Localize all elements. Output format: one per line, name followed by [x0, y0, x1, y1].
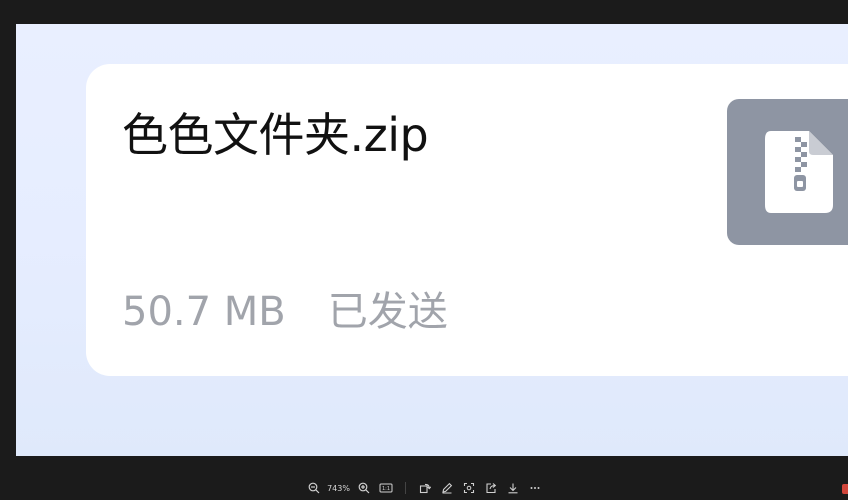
file-message-card[interactable]: 色色文件夹.zip 50.7 MB 已发送 — [86, 64, 848, 376]
actual-size-icon[interactable]: 1:1 — [376, 478, 396, 498]
file-name: 色色文件夹.zip — [122, 108, 429, 162]
file-status: 已发送 — [327, 289, 448, 335]
image-canvas[interactable]: 色色文件夹.zip 50.7 MB 已发送 — [16, 24, 848, 456]
zoom-level: 743% — [327, 483, 350, 493]
zip-file-icon — [727, 99, 848, 245]
more-icon[interactable] — [525, 478, 545, 498]
toolbar-divider — [404, 482, 406, 494]
app-tray-icon[interactable] — [842, 484, 848, 494]
viewer-toolbar: 743% 1:1 — [0, 476, 848, 500]
zoom-in-icon[interactable] — [354, 478, 374, 498]
file-meta: 50.7 MB 已发送 — [122, 292, 448, 332]
file-size: 50.7 MB — [122, 289, 286, 335]
rotate-icon[interactable] — [415, 478, 435, 498]
zip-file-glyph — [765, 131, 833, 213]
share-icon[interactable] — [481, 478, 501, 498]
image-viewer: 色色文件夹.zip 50.7 MB 已发送 743% 1:1 — [0, 0, 848, 500]
crop-icon[interactable] — [459, 478, 479, 498]
download-icon[interactable] — [503, 478, 523, 498]
zoom-out-icon[interactable] — [304, 478, 324, 498]
svg-text:1:1: 1:1 — [381, 486, 389, 492]
edit-icon[interactable] — [437, 478, 457, 498]
